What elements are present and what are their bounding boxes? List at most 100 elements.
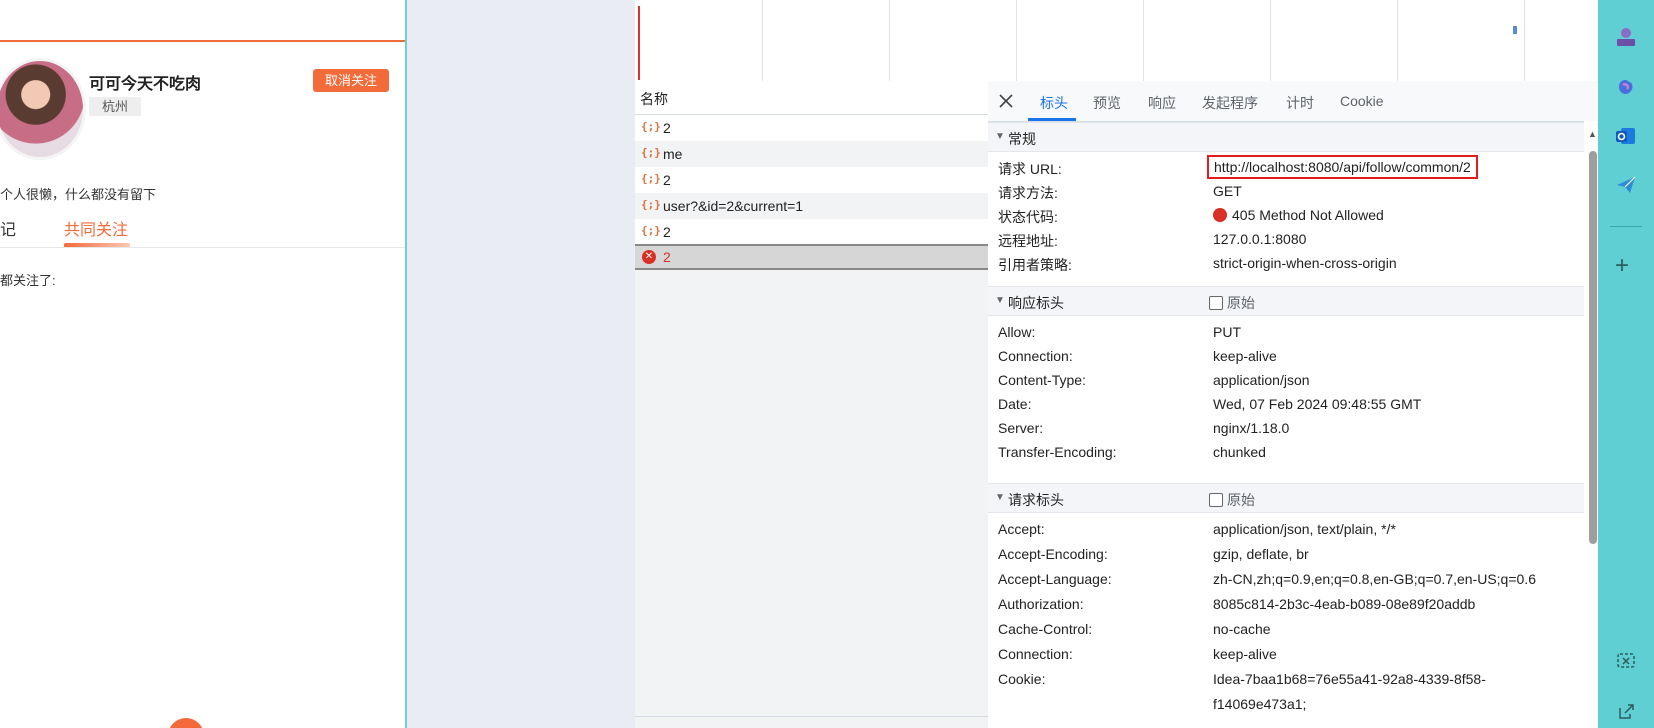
bottom-nav-button[interactable] [168,718,204,728]
row-value[interactable]: application/json [1213,372,1310,388]
section-title: 请求标头 [1008,492,1064,508]
row-value[interactable]: application/json, text/plain, */* [1213,521,1396,537]
row-value[interactable]: Idea-7baa1b68=76e55a41-92a8-4339-8f58- [1213,671,1486,687]
copilot-icon[interactable] [1614,75,1638,99]
scroll-up-arrow-icon[interactable]: ▲ [1588,129,1597,139]
common-follow-label: 都关注了: [0,273,56,288]
row-key: Accept-Encoding: [998,546,1108,562]
row-value[interactable]: 127.0.0.1:8080 [1213,231,1306,247]
timeline-gridline [1016,0,1017,81]
screenshot-icon[interactable] [1614,649,1638,673]
general-row: 请求 URL: http://localhost:8080/api/follow… [988,155,1584,180]
timeline-gridline [1270,0,1271,81]
row-value[interactable]: no-cache [1213,621,1271,637]
response-header-row: Date: Wed, 07 Feb 2024 09:48:55 GMT [988,393,1584,417]
external-link-icon[interactable] [1614,700,1638,724]
raw-toggle[interactable]: 原始 [1209,490,1255,510]
general-row: 引用者策略: strict-origin-when-cross-origin [988,252,1584,276]
response-headers-section-header[interactable]: ▼ 响应标头 原始 [988,286,1584,316]
response-header-row: Connection: keep-alive [988,345,1584,369]
tab-timing[interactable]: 计时 [1286,93,1314,113]
raw-toggle[interactable]: 原始 [1209,293,1255,313]
row-value[interactable]: PUT [1213,324,1241,340]
row-key: Cookie: [998,671,1046,687]
general-row: 远程地址: 127.0.0.1:8080 [988,228,1584,252]
request-list: 名称 {;} 2 {;} me {;} 2 {;} user?&id=2&cur… [635,81,989,728]
raw-label: 原始 [1227,295,1255,311]
row-key: Cache-Control: [998,621,1093,637]
app-panel: 可可今天不吃肉 杭州 取消关注 个人很懒，什么都没有留下 记 共同关注 都关注了… [0,0,407,728]
checkbox-icon[interactable] [1209,296,1223,310]
close-icon[interactable] [994,89,1018,113]
tab-response[interactable]: 响应 [1148,93,1176,113]
request-name: 2 [663,249,671,265]
row-value[interactable]: nginx/1.18.0 [1213,420,1289,436]
row-value[interactable]: f14069e473a1; [1213,696,1306,712]
row-key: Accept: [998,521,1045,537]
request-name: me [663,146,683,162]
outlook-icon[interactable] [1614,124,1638,148]
request-row[interactable]: {;} 2 [635,219,988,245]
city-tag: 杭州 [89,97,141,116]
timeline-gridline [889,0,890,81]
request-list-header[interactable]: 名称 [635,81,988,115]
scrollbar-thumb[interactable] [1589,151,1597,544]
request-detail-panel: 标头 预览 响应 发起程序 计时 Cookie ▼ 常规 请求 URL: htt… [988,81,1598,728]
request-row[interactable]: {;} me [635,141,988,167]
request-row[interactable]: {;} 2 [635,115,988,141]
browser-sidebar: + [1598,0,1654,728]
row-value[interactable]: chunked [1213,444,1266,460]
request-header-row: Cookie: Idea-7baa1b68=76e55a41-92a8-4339… [988,668,1584,692]
general-section-header[interactable]: ▼ 常规 [988,122,1584,152]
tab-cookie[interactable]: Cookie [1340,93,1384,109]
collapse-triangle-icon: ▼ [995,131,1005,142]
row-value[interactable]: Wed, 07 Feb 2024 09:48:55 GMT [1213,396,1421,412]
collapse-triangle-icon: ▼ [995,295,1005,306]
timeline-gridline [1143,0,1144,81]
row-value[interactable]: keep-alive [1213,646,1277,662]
row-value[interactable]: gzip, deflate, br [1213,546,1309,562]
response-header-row: Transfer-Encoding: chunked [988,441,1584,465]
row-value[interactable]: strict-origin-when-cross-origin [1213,255,1397,271]
request-name: 2 [663,224,671,240]
chess-icon[interactable] [1614,25,1638,49]
request-headers-section-header[interactable]: ▼ 请求标头 原始 [988,483,1584,513]
row-value[interactable]: GET [1213,183,1242,199]
request-row[interactable]: {;} 2 [635,167,988,193]
telegram-icon[interactable] [1614,173,1638,197]
row-key: Allow: [998,324,1036,340]
avatar[interactable] [0,58,86,160]
response-header-row: Server: nginx/1.18.0 [988,417,1584,441]
row-value[interactable]: zh-CN,zh;q=0.9,en;q=0.8,en-GB;q=0.7,en-U… [1213,571,1536,587]
network-timeline[interactable] [635,0,1598,82]
fetch-icon: {;} [641,172,661,185]
checkbox-icon[interactable] [1209,493,1223,507]
fetch-icon: {;} [641,224,661,237]
timeline-request-bar [638,6,640,80]
unfollow-button[interactable]: 取消关注 [313,69,389,92]
tab-initiator[interactable]: 发起程序 [1202,93,1258,113]
section-title: 常规 [1008,131,1036,147]
request-url-value[interactable]: http://localhost:8080/api/follow/common/… [1207,155,1478,179]
general-row: 请求方法: GET [988,180,1584,204]
tab-preview[interactable]: 预览 [1093,93,1121,113]
status-value[interactable]: 405 Method Not Allowed [1213,207,1384,223]
tab-common-follows[interactable]: 共同关注 [64,216,128,240]
status-error-icon [1213,208,1227,222]
tab-headers[interactable]: 标头 [1040,93,1068,113]
name-column-header[interactable]: 名称 [640,89,668,109]
row-value[interactable]: keep-alive [1213,348,1277,364]
timeline-gridline [762,0,763,81]
row-key: Connection: [998,646,1073,662]
row-key: 请求方法: [998,185,1058,201]
tab-notes[interactable]: 记 [0,216,16,240]
row-value[interactable]: 8085c814-2b3c-4eab-b089-08e89f20addb [1213,596,1475,612]
plus-icon[interactable]: + [1615,254,1629,278]
timeline-marker [1513,26,1517,34]
row-key: 状态代码: [998,209,1058,225]
request-row[interactable]: {;} user?&id=2&current=1 [635,193,988,219]
general-row: 状态代码: 405 Method Not Allowed [988,204,1584,228]
request-row-selected[interactable]: ✕ 2 [635,244,988,270]
error-icon: ✕ [642,250,656,264]
header-divider [0,40,405,42]
